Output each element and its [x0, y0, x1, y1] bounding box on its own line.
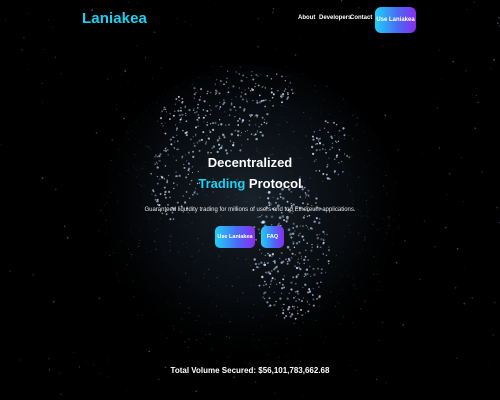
site-header: Laniakea About Developers Contact Use La… [0, 0, 500, 40]
hero-title-line-2: Trading Protocol [0, 176, 500, 191]
landing-page: Laniakea About Developers Contact Use La… [0, 0, 500, 400]
brand-logo[interactable]: Laniakea [82, 10, 147, 27]
hero-subtitle: Guaranteed liquidity trading for million… [144, 207, 356, 213]
hero-faq-button[interactable]: FAQ [261, 226, 284, 248]
total-volume-stat: Total Volume Secured: $56,101,783,662.68 [170, 366, 330, 375]
dotted-globe-icon [0, 0, 500, 400]
hero-title-rest: Protocol [245, 176, 302, 191]
header-use-laniakea-button[interactable]: Use Laniakea [375, 7, 416, 33]
hero-title-line-1: Decentralized [207, 155, 293, 170]
nav-link-contact[interactable]: Contact [350, 15, 372, 21]
hero-title-accent: Trading [198, 176, 246, 191]
nav-link-about[interactable]: About [298, 15, 315, 21]
hero-use-laniakea-button[interactable]: Use Laniakea [215, 226, 255, 248]
nav-link-developers[interactable]: Developers [319, 15, 351, 21]
